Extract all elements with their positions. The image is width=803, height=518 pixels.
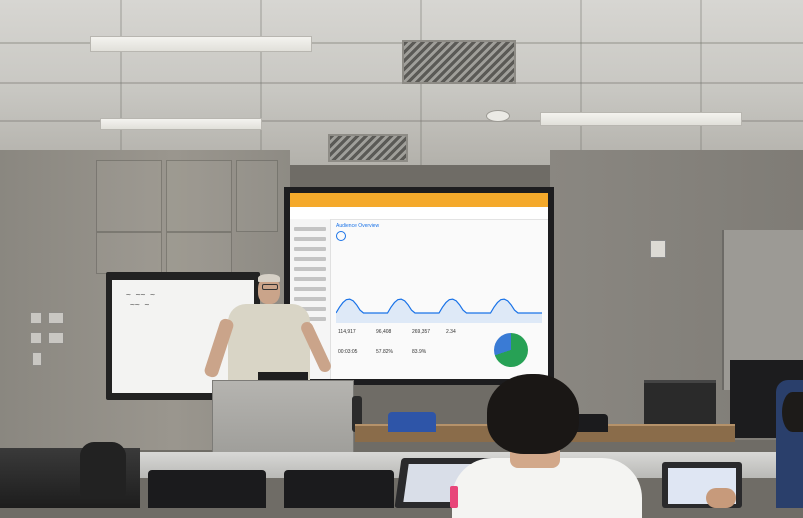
air-vent bbox=[328, 134, 408, 162]
air-vent bbox=[402, 40, 516, 84]
chair bbox=[148, 470, 266, 508]
sessions-line-chart bbox=[336, 298, 542, 323]
wall-sensor bbox=[650, 240, 666, 258]
analytics-header-bar bbox=[290, 193, 548, 207]
podium bbox=[212, 380, 354, 462]
wall-panel bbox=[166, 232, 232, 274]
wall-switch bbox=[48, 312, 64, 324]
wall-switch bbox=[30, 332, 42, 344]
ceiling bbox=[0, 0, 803, 165]
metric-value: 83.9% bbox=[412, 349, 427, 355]
metric-value: 57.82% bbox=[376, 349, 393, 355]
presenter-glasses bbox=[262, 284, 278, 290]
new-vs-returning-pie-chart bbox=[494, 333, 528, 367]
ceiling-light bbox=[100, 118, 262, 130]
wall-panel bbox=[166, 160, 232, 232]
ceiling-light bbox=[540, 112, 742, 126]
wall-panel bbox=[96, 160, 162, 232]
chair bbox=[284, 470, 394, 508]
analytics-page-title: Audience Overview bbox=[336, 223, 380, 229]
whiteboard-scribble: ~~ ~ bbox=[130, 300, 150, 309]
student-head bbox=[487, 374, 579, 454]
right-student-head bbox=[782, 392, 803, 432]
wall-outlet bbox=[32, 352, 42, 366]
wall-panel bbox=[96, 232, 162, 274]
sidebar-item bbox=[294, 247, 326, 251]
segment-circle-icon bbox=[336, 231, 346, 241]
sidebar-item bbox=[294, 287, 326, 291]
metric-value: 00:03:05 bbox=[338, 349, 358, 355]
presenter-hair bbox=[258, 274, 280, 282]
sidebar-item bbox=[294, 257, 326, 261]
wall-switch bbox=[30, 312, 42, 324]
metric-value: 2.34 bbox=[446, 329, 456, 335]
sessions-series-fill bbox=[336, 299, 542, 323]
ceiling-speaker bbox=[486, 110, 510, 122]
ceiling-grid-line bbox=[580, 0, 582, 165]
wall-switch bbox=[48, 332, 64, 344]
whiteboard-scribble: ~ ~~ ~ bbox=[126, 290, 155, 299]
wall-panel bbox=[236, 160, 278, 232]
sidebar-item bbox=[294, 227, 326, 231]
student-hand bbox=[706, 488, 736, 508]
ceiling-grid-line bbox=[260, 0, 262, 165]
metric-value: 269,357 bbox=[412, 329, 431, 335]
metric-value: 114,917 bbox=[338, 329, 356, 335]
sidebar-item bbox=[294, 297, 326, 301]
ceiling-light bbox=[90, 36, 312, 52]
sidebar-item bbox=[294, 237, 326, 241]
backpack bbox=[80, 442, 126, 496]
blue-chair bbox=[388, 412, 436, 432]
pink-pen bbox=[450, 486, 458, 508]
sidebar-item bbox=[294, 277, 326, 281]
av-equipment-rack bbox=[644, 380, 716, 427]
ceiling-grid-line bbox=[700, 0, 702, 165]
metric-value: 96,408 bbox=[376, 329, 392, 335]
ceiling-grid-line bbox=[120, 0, 122, 165]
sidebar-item bbox=[294, 267, 326, 271]
projection-screen: Audience Overview 114,917 96,408 269,357… bbox=[290, 193, 548, 379]
